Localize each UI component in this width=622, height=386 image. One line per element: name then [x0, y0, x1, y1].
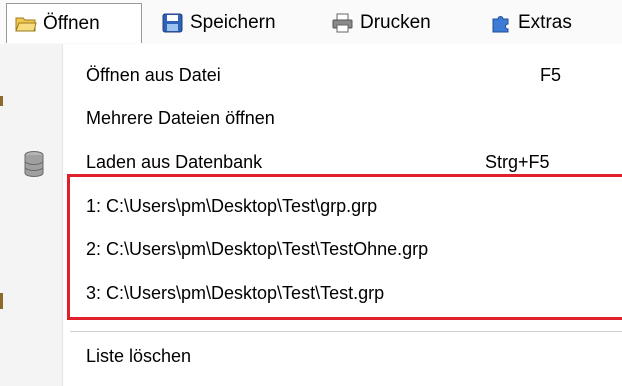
edge-mark [0, 293, 3, 309]
menu-drucken-label: Drucken [360, 12, 431, 33]
recent-file-label: 3: C:\Users\pm\Desktop\Test\Test.grp [86, 283, 385, 303]
load-db-label: Laden aus Datenbank [86, 152, 263, 172]
menu-bar: Öffnen Speichern Drucken Extras [0, 0, 622, 45]
menu-oeffnen-label: Öffnen [43, 12, 100, 34]
recent-file-label: 2: C:\Users\pm\Desktop\Test\TestOhne.grp [86, 239, 429, 259]
printer-icon [332, 13, 354, 33]
menu-oeffnen[interactable]: Öffnen [6, 3, 142, 43]
edge-mark [0, 96, 3, 106]
load-db-shortcut: Strg+F5 [485, 152, 550, 172]
open-file-label: Öffnen aus Datei [86, 65, 221, 85]
dropdown-icon-gutter [0, 44, 63, 386]
recent-file-label: 1: C:\Users\pm\Desktop\Test\grp.grp [86, 196, 378, 216]
menu-separator [70, 331, 622, 332]
puzzle-icon [490, 13, 512, 33]
menu-speichern[interactable]: Speichern [162, 4, 276, 42]
folder-open-icon [15, 14, 37, 34]
open-multiple-label: Mehrere Dateien öffnen [86, 108, 275, 128]
database-icon [22, 150, 46, 178]
menu-drucken[interactable]: Drucken [332, 4, 431, 42]
menu-speichern-label: Speichern [190, 12, 276, 33]
menu-extras[interactable]: Extras [490, 4, 572, 42]
save-icon [162, 13, 184, 33]
clear-list-label: Liste löschen [86, 346, 192, 366]
open-file-shortcut: F5 [540, 65, 562, 85]
menu-extras-label: Extras [518, 12, 572, 33]
